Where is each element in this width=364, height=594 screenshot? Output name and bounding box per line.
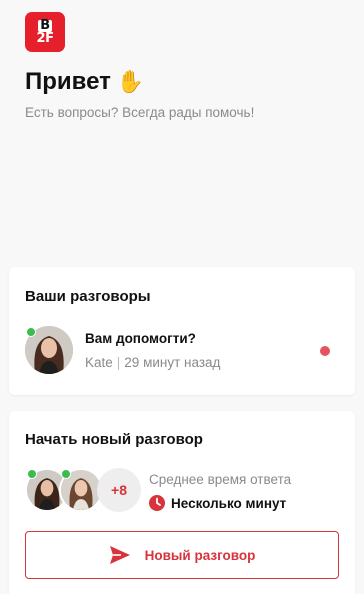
clock-icon bbox=[149, 495, 165, 511]
greeting-text: Привет bbox=[25, 68, 111, 95]
conversations-title: Ваши разговоры bbox=[25, 288, 151, 305]
waving-hand-icon: ✋ bbox=[116, 69, 145, 94]
response-time-value: Несколько минут bbox=[149, 495, 286, 511]
conversations-card: Ваши разговоры Вам допомогти? Kate | 29 … bbox=[9, 267, 355, 395]
greeting-subtitle: Есть вопросы? Всегда рады помочь! bbox=[25, 105, 255, 120]
brand-logo: B 2F bbox=[25, 12, 65, 52]
unread-dot bbox=[320, 346, 330, 356]
greeting-heading: Привет ✋ bbox=[25, 68, 144, 96]
conversation-title: Вам допомогти? bbox=[85, 331, 196, 346]
more-agents-count: +8 bbox=[97, 468, 141, 512]
new-conversation-label: Новый разговор bbox=[144, 547, 256, 563]
response-time-text: Несколько минут bbox=[171, 495, 287, 511]
online-indicator bbox=[26, 327, 36, 337]
logo-line-2: 2F bbox=[36, 31, 54, 46]
conversation-time: 29 минут назад bbox=[124, 355, 221, 370]
online-indicator bbox=[61, 469, 71, 479]
send-icon bbox=[109, 546, 130, 564]
new-conversation-button[interactable]: Новый разговор bbox=[25, 531, 339, 579]
meta-separator: | bbox=[116, 355, 121, 370]
online-indicator bbox=[27, 469, 37, 479]
new-conversation-card: Начать новый разговор +8 Среднее время о… bbox=[9, 411, 355, 594]
conversation-meta: Kate | 29 минут назад bbox=[85, 355, 220, 370]
conversation-agent: Kate bbox=[85, 355, 113, 370]
new-conversation-title: Начать новый разговор bbox=[25, 431, 203, 448]
response-time-label: Среднее время ответа bbox=[149, 472, 292, 487]
